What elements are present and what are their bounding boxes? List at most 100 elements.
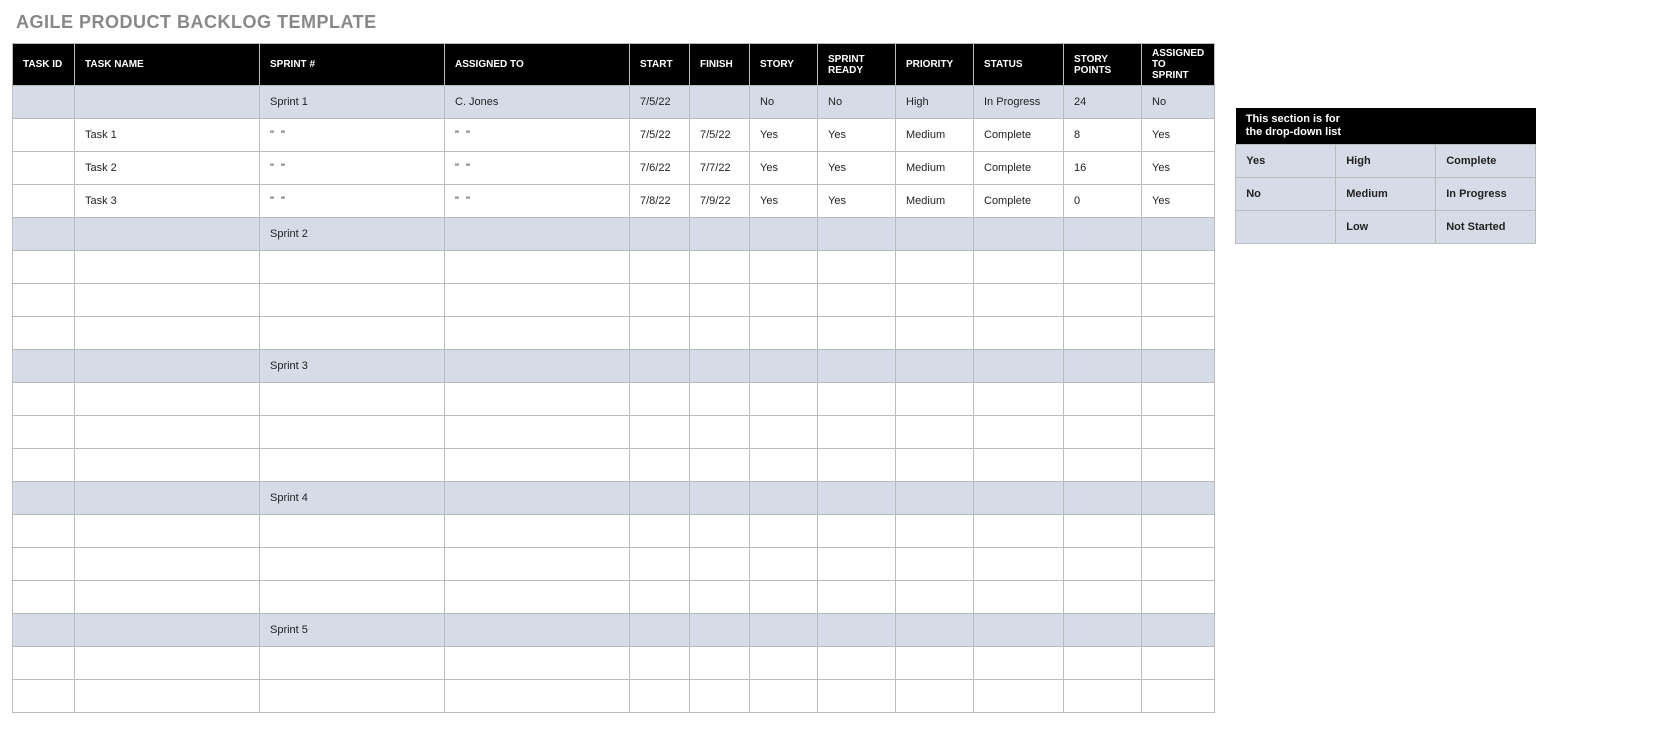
cell-status[interactable] <box>974 581 1064 614</box>
cell-finish[interactable] <box>690 317 750 350</box>
cell-start[interactable] <box>630 515 690 548</box>
cell-sprint-ready[interactable] <box>818 647 896 680</box>
cell-task-id[interactable] <box>13 251 75 284</box>
cell-assigned-to-sprint[interactable] <box>1142 614 1215 647</box>
cell-status[interactable] <box>974 416 1064 449</box>
cell-story[interactable]: No <box>750 86 818 119</box>
cell-sprint[interactable]: Sprint 3 <box>260 350 445 383</box>
cell-sprint[interactable] <box>260 317 445 350</box>
cell-sprint-ready[interactable] <box>818 482 896 515</box>
cell-status[interactable]: In Progress <box>974 86 1064 119</box>
cell-story-points[interactable] <box>1064 317 1142 350</box>
cell-story-points[interactable]: 24 <box>1064 86 1142 119</box>
cell-finish[interactable] <box>690 515 750 548</box>
cell-status[interactable] <box>974 515 1064 548</box>
cell-sprint[interactable]: " " <box>260 119 445 152</box>
cell-sprint-ready[interactable] <box>818 383 896 416</box>
cell-task-name[interactable]: Task 1 <box>75 119 260 152</box>
cell-sprint[interactable] <box>260 383 445 416</box>
cell-task-id[interactable] <box>13 350 75 383</box>
cell-start[interactable]: 7/8/22 <box>630 185 690 218</box>
cell-sprint-ready[interactable] <box>818 680 896 713</box>
cell-assigned-to-sprint[interactable]: Yes <box>1142 152 1215 185</box>
cell-status[interactable]: Complete <box>974 185 1064 218</box>
cell-story[interactable] <box>750 317 818 350</box>
cell-priority[interactable] <box>896 218 974 251</box>
cell-assigned-to[interactable] <box>445 383 630 416</box>
cell-finish[interactable] <box>690 614 750 647</box>
cell-task-id[interactable] <box>13 218 75 251</box>
cell-task-id[interactable] <box>13 449 75 482</box>
cell-finish[interactable] <box>690 284 750 317</box>
cell-assigned-to-sprint[interactable] <box>1142 284 1215 317</box>
cell-priority[interactable]: Medium <box>896 185 974 218</box>
cell-story-points[interactable] <box>1064 383 1142 416</box>
cell-task-id[interactable] <box>13 614 75 647</box>
cell-assigned-to-sprint[interactable] <box>1142 350 1215 383</box>
cell-task-id[interactable] <box>13 482 75 515</box>
cell-story[interactable] <box>750 383 818 416</box>
cell-assigned-to-sprint[interactable] <box>1142 449 1215 482</box>
cell-sprint-ready[interactable] <box>818 515 896 548</box>
cell-task-id[interactable] <box>13 515 75 548</box>
cell-start[interactable] <box>630 680 690 713</box>
cell-task-name[interactable] <box>75 284 260 317</box>
cell-start[interactable] <box>630 614 690 647</box>
cell-priority[interactable] <box>896 284 974 317</box>
cell-task-name[interactable] <box>75 350 260 383</box>
cell-story-points[interactable] <box>1064 647 1142 680</box>
cell-status[interactable] <box>974 383 1064 416</box>
cell-finish[interactable]: 7/5/22 <box>690 119 750 152</box>
cell-sprint-ready[interactable] <box>818 218 896 251</box>
cell-task-id[interactable] <box>13 548 75 581</box>
cell-start[interactable] <box>630 218 690 251</box>
cell-assigned-to[interactable] <box>445 647 630 680</box>
cell-story[interactable] <box>750 251 818 284</box>
cell-assigned-to[interactable] <box>445 548 630 581</box>
cell-start[interactable] <box>630 548 690 581</box>
cell-assigned-to-sprint[interactable] <box>1142 416 1215 449</box>
cell-priority[interactable]: High <box>896 86 974 119</box>
cell-story[interactable] <box>750 449 818 482</box>
cell-priority[interactable] <box>896 680 974 713</box>
cell-story[interactable] <box>750 680 818 713</box>
cell-priority[interactable] <box>896 350 974 383</box>
cell-sprint-ready[interactable] <box>818 317 896 350</box>
cell-task-id[interactable] <box>13 416 75 449</box>
cell-assigned-to-sprint[interactable]: No <box>1142 86 1215 119</box>
cell-priority[interactable] <box>896 317 974 350</box>
cell-assigned-to-sprint[interactable] <box>1142 383 1215 416</box>
cell-assigned-to[interactable] <box>445 614 630 647</box>
cell-start[interactable]: 7/5/22 <box>630 86 690 119</box>
cell-task-id[interactable] <box>13 680 75 713</box>
cell-finish[interactable] <box>690 680 750 713</box>
cell-assigned-to[interactable] <box>445 350 630 383</box>
cell-sprint[interactable]: Sprint 4 <box>260 482 445 515</box>
cell-status[interactable] <box>974 251 1064 284</box>
cell-story[interactable] <box>750 548 818 581</box>
cell-assigned-to-sprint[interactable] <box>1142 548 1215 581</box>
cell-assigned-to[interactable] <box>445 680 630 713</box>
cell-story-points[interactable] <box>1064 581 1142 614</box>
cell-story[interactable] <box>750 515 818 548</box>
cell-task-name[interactable] <box>75 317 260 350</box>
cell-task-id[interactable] <box>13 317 75 350</box>
cell-priority[interactable]: Medium <box>896 152 974 185</box>
cell-status[interactable] <box>974 317 1064 350</box>
cell-story-points[interactable] <box>1064 680 1142 713</box>
cell-assigned-to-sprint[interactable] <box>1142 317 1215 350</box>
cell-priority[interactable] <box>896 383 974 416</box>
cell-task-id[interactable] <box>13 185 75 218</box>
cell-story-points[interactable]: 16 <box>1064 152 1142 185</box>
cell-task-name[interactable] <box>75 647 260 680</box>
cell-finish[interactable] <box>690 86 750 119</box>
cell-finish[interactable] <box>690 581 750 614</box>
cell-story-points[interactable] <box>1064 614 1142 647</box>
cell-task-id[interactable] <box>13 581 75 614</box>
cell-assigned-to-sprint[interactable]: Yes <box>1142 185 1215 218</box>
cell-story[interactable] <box>750 482 818 515</box>
cell-sprint[interactable]: Sprint 5 <box>260 614 445 647</box>
cell-sprint[interactable]: " " <box>260 152 445 185</box>
cell-story-points[interactable]: 0 <box>1064 185 1142 218</box>
cell-sprint-ready[interactable] <box>818 416 896 449</box>
